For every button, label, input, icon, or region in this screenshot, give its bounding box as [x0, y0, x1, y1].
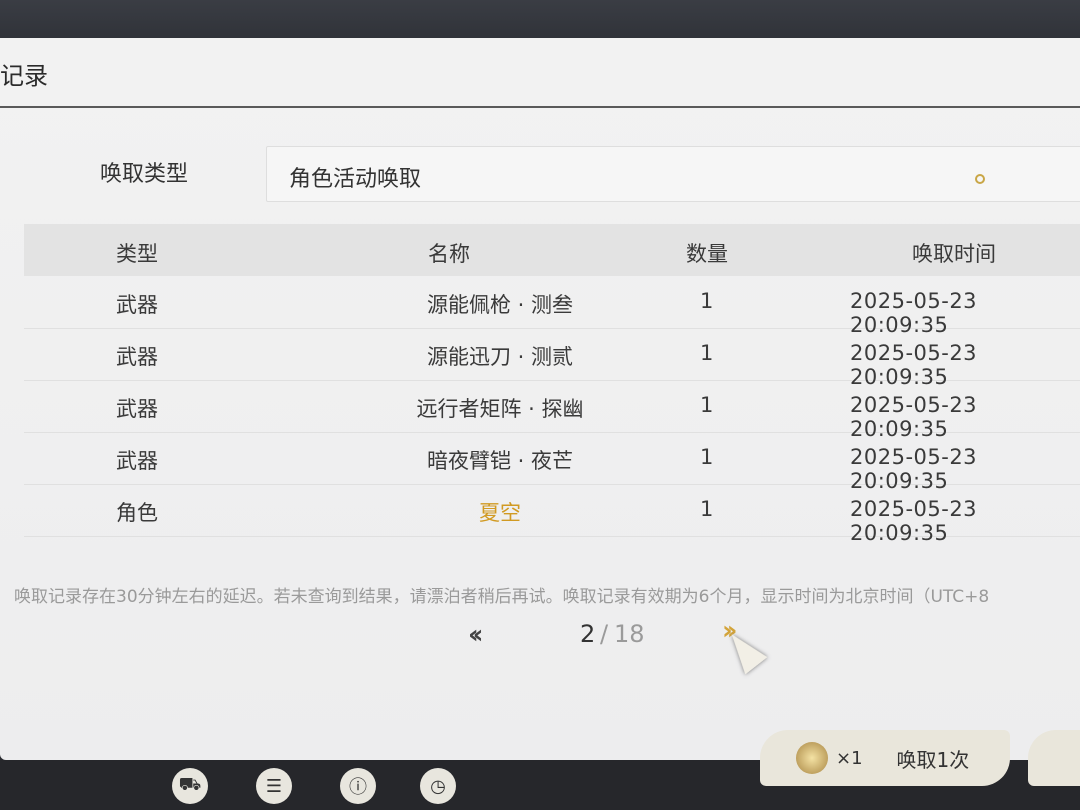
title-divider	[0, 106, 1080, 108]
summon-multi-button[interactable]	[1028, 730, 1080, 786]
record-panel: 记录 唤取类型 角色活动唤取 ∨ 类型 名称 数量 唤取时间 武器 源能佩枪 ·…	[0, 38, 1080, 760]
info-icon[interactable]: ⓘ	[340, 768, 376, 804]
row-quantity: 1	[700, 289, 714, 313]
table-row: 角色 夏空 1 2025-05-23 20:09:35	[24, 484, 1080, 545]
row-time: 2025-05-23 20:09:35	[850, 497, 978, 545]
row-quantity: 1	[700, 341, 714, 365]
table-row: 武器 暗夜臂铠 · 夜芒 1 2025-05-23 20:09:35	[24, 432, 1080, 493]
row-type: 武器	[116, 449, 158, 473]
token-icon	[796, 742, 828, 774]
page-title: 记录	[0, 62, 48, 90]
summon-type-value: 角色活动唤取	[289, 167, 422, 192]
row-name: 源能迅刀 · 测贰	[426, 345, 574, 369]
total-pages: 18	[614, 620, 645, 648]
row-name: 暗夜臂铠 · 夜芒	[426, 449, 574, 473]
row-type: 武器	[116, 293, 158, 317]
cart-icon[interactable]: ⛟	[172, 768, 208, 804]
row-type: 武器	[116, 397, 158, 421]
summon-once-button[interactable]: ×1 唤取1次	[760, 730, 1010, 786]
header-quantity: 数量	[686, 242, 728, 266]
header-type: 类型	[116, 242, 158, 266]
summon-count: ×1	[836, 747, 863, 769]
prev-page-button[interactable]: ‹‹	[468, 620, 484, 650]
row-name: 夏空	[479, 501, 521, 525]
row-type: 角色	[116, 501, 158, 525]
row-quantity: 1	[700, 393, 714, 417]
table-row: 武器 远行者矩阵 · 探幽 1 2025-05-23 20:09:35	[24, 380, 1080, 441]
page-separator: /	[600, 620, 609, 648]
filter-label: 唤取类型	[100, 162, 189, 187]
summon-label: 唤取1次	[896, 747, 970, 772]
header-time: 唤取时间	[912, 242, 996, 266]
table-row: 武器 源能佩枪 · 测叁 1 2025-05-23 20:09:35	[24, 276, 1080, 337]
summon-type-select[interactable]: 角色活动唤取	[266, 146, 1080, 202]
current-page: 2	[580, 620, 596, 648]
table-header: 类型 名称 数量 唤取时间	[24, 224, 1080, 276]
header-name: 名称	[428, 242, 470, 266]
ring-icon	[975, 174, 985, 184]
table-row: 武器 源能迅刀 · 测贰 1 2025-05-23 20:09:35	[24, 328, 1080, 389]
row-name: 远行者矩阵 · 探幽	[416, 397, 584, 421]
row-type: 武器	[116, 345, 158, 369]
document-icon[interactable]: ☰	[256, 768, 292, 804]
clock-icon[interactable]: ◷	[420, 768, 456, 804]
row-name: 源能佩枪 · 测叁	[426, 293, 574, 317]
row-quantity: 1	[700, 497, 714, 521]
delay-notice: 唤取记录存在30分钟左右的延迟。若未查询到结果，请漂泊者稍后再试。唤取记录有效期…	[14, 587, 990, 607]
row-quantity: 1	[700, 445, 714, 469]
